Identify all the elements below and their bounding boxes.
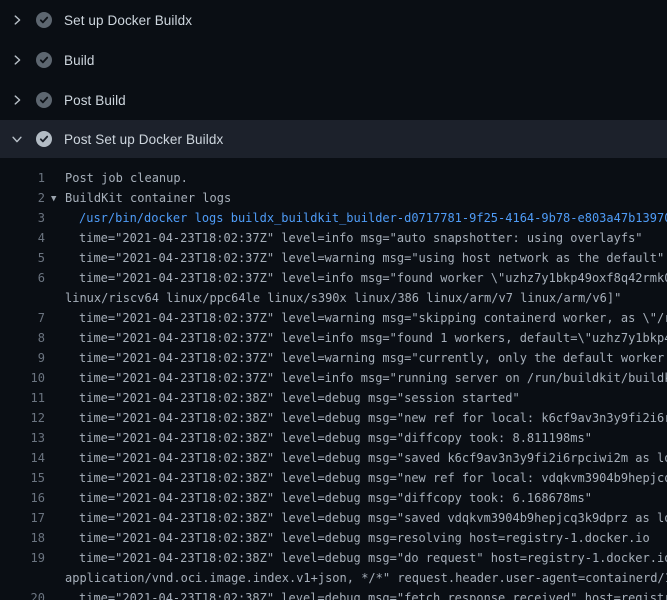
log-line[interactable]: 14 time="2021-04-23T18:02:38Z" level=debu… (0, 448, 667, 468)
step-label: Set up Docker Buildx (64, 13, 192, 28)
chevron-down-icon[interactable] (10, 132, 24, 146)
chevron-right-icon[interactable] (10, 93, 24, 107)
group-triangle-down-icon[interactable]: ▼ (51, 189, 65, 208)
log-line[interactable]: 3/usr/bin/docker logs buildx_buildkit_bu… (0, 208, 667, 228)
log-line[interactable]: 10 time="2021-04-23T18:02:37Z" level=info… (0, 368, 667, 388)
step-row-build[interactable]: Build (0, 40, 667, 80)
log-line-number[interactable]: 17 (0, 508, 45, 528)
check-circle-icon (36, 131, 52, 147)
log-line[interactable]: 18 time="2021-04-23T18:02:38Z" level=debu… (0, 528, 667, 548)
log-text: time="2021-04-23T18:02:38Z" level=debug … (79, 508, 667, 528)
step-row-set-up-docker-buildx[interactable]: Set up Docker Buildx (0, 0, 667, 40)
log-line[interactable]: 12 time="2021-04-23T18:02:38Z" level=debu… (0, 408, 667, 428)
log-text: time="2021-04-23T18:02:38Z" level=debug … (79, 428, 592, 448)
log-text: linux/riscv64 linux/ppc64le linux/s390x … (65, 288, 621, 308)
log-line-number[interactable]: 7 (0, 308, 45, 328)
step-label: Post Set up Docker Buildx (64, 132, 223, 147)
log-text: time="2021-04-23T18:02:38Z" level=debug … (79, 388, 520, 408)
log-line-number[interactable]: 6 (0, 268, 45, 288)
log-line-number[interactable]: 5 (0, 248, 45, 268)
log-line[interactable]: 16 time="2021-04-23T18:02:38Z" level=debu… (0, 488, 667, 508)
log-line[interactable]: 1 Post job cleanup. (0, 168, 667, 188)
log-text: time="2021-04-23T18:02:38Z" level=debug … (79, 528, 650, 548)
log-line-number[interactable] (0, 568, 45, 588)
log-line-number[interactable]: 10 (0, 368, 45, 388)
log-line-number[interactable]: 18 (0, 528, 45, 548)
log-text: time="2021-04-23T18:02:38Z" level=debug … (79, 468, 667, 488)
log-line-number[interactable]: 15 (0, 468, 45, 488)
log-line-number[interactable]: 2 (0, 188, 45, 208)
steps-list: Set up Docker Buildx Build Post Build (0, 0, 667, 158)
log-command-text: /usr/bin/docker logs buildx_buildkit_bui… (79, 208, 667, 228)
check-circle-icon (36, 52, 52, 68)
log-line-number[interactable]: 8 (0, 328, 45, 348)
log-text: time="2021-04-23T18:02:38Z" level=debug … (79, 588, 667, 600)
log-line[interactable]: 9 time="2021-04-23T18:02:37Z" level=warni… (0, 348, 667, 368)
log-text: time="2021-04-23T18:02:37Z" level=warnin… (79, 348, 667, 368)
log-text: Post job cleanup. (65, 168, 188, 188)
log-lines: 1 Post job cleanup. 2 ▼BuildKit container l… (0, 158, 667, 600)
log-line[interactable]: 7 time="2021-04-23T18:02:37Z" level=warni… (0, 308, 667, 328)
log-line[interactable]: 5 time="2021-04-23T18:02:37Z" level=warni… (0, 248, 667, 268)
log-line[interactable]: 15 time="2021-04-23T18:02:38Z" level=debu… (0, 468, 667, 488)
log-line-number[interactable]: 14 (0, 448, 45, 468)
log-text: time="2021-04-23T18:02:38Z" level=debug … (79, 488, 592, 508)
log-line[interactable]: 19 time="2021-04-23T18:02:38Z" level=debu… (0, 548, 667, 568)
log-line[interactable]: 6 time="2021-04-23T18:02:37Z" level=info … (0, 268, 667, 288)
log-text: application/vnd.oci.image.index.v1+json,… (65, 568, 667, 588)
log-text: time="2021-04-23T18:02:37Z" level=info m… (79, 328, 667, 348)
log-line[interactable]: 8 time="2021-04-23T18:02:37Z" level=info … (0, 328, 667, 348)
log-line-number[interactable] (0, 288, 45, 308)
log-line-number[interactable]: 11 (0, 388, 45, 408)
log-line[interactable]: 13 time="2021-04-23T18:02:38Z" level=debu… (0, 428, 667, 448)
log-line[interactable]: 4 time="2021-04-23T18:02:37Z" level=info … (0, 228, 667, 248)
log-text: time="2021-04-23T18:02:37Z" level=warnin… (79, 248, 664, 268)
step-label: Build (64, 53, 95, 68)
log-line[interactable]: linux/riscv64 linux/ppc64le linux/s390x … (0, 288, 667, 308)
log-line-number[interactable]: 13 (0, 428, 45, 448)
step-label: Post Build (64, 93, 126, 108)
chevron-right-icon[interactable] (10, 53, 24, 67)
log-text: time="2021-04-23T18:02:37Z" level=warnin… (79, 308, 667, 328)
group-title: BuildKit container logs (65, 191, 231, 205)
log-line[interactable]: 20 time="2021-04-23T18:02:38Z" level=debu… (0, 588, 667, 600)
chevron-right-icon[interactable] (10, 13, 24, 27)
log-line-number[interactable]: 3 (0, 208, 45, 228)
log-text: time="2021-04-23T18:02:38Z" level=debug … (79, 408, 667, 428)
log-text: time="2021-04-23T18:02:37Z" level=info m… (79, 368, 667, 388)
step-row-post-set-up-docker-buildx[interactable]: Post Set up Docker Buildx (0, 120, 667, 158)
check-circle-icon (36, 12, 52, 28)
log-line[interactable]: application/vnd.oci.image.index.v1+json,… (0, 568, 667, 588)
check-circle-icon (36, 92, 52, 108)
log-text: time="2021-04-23T18:02:37Z" level=info m… (79, 268, 667, 288)
log-line-number[interactable]: 19 (0, 548, 45, 568)
step-row-post-build[interactable]: Post Build (0, 80, 667, 120)
log-line-number[interactable]: 16 (0, 488, 45, 508)
log-line-number[interactable]: 12 (0, 408, 45, 428)
log-line-number[interactable]: 1 (0, 168, 45, 188)
log-line[interactable]: 11 time="2021-04-23T18:02:38Z" level=debu… (0, 388, 667, 408)
log-line[interactable]: 17 time="2021-04-23T18:02:38Z" level=debu… (0, 508, 667, 528)
log-line-number[interactable]: 9 (0, 348, 45, 368)
log-text: time="2021-04-23T18:02:38Z" level=debug … (79, 548, 667, 568)
log-line-number[interactable]: 4 (0, 228, 45, 248)
log-text: time="2021-04-23T18:02:38Z" level=debug … (79, 448, 667, 468)
log-line[interactable]: 2 ▼BuildKit container logs (0, 188, 667, 208)
log-text: time="2021-04-23T18:02:37Z" level=info m… (79, 228, 643, 248)
log-line-number[interactable]: 20 (0, 588, 45, 600)
log-text: ▼BuildKit container logs (65, 188, 231, 208)
actions-log-viewer: Set up Docker Buildx Build Post Build (0, 0, 667, 600)
